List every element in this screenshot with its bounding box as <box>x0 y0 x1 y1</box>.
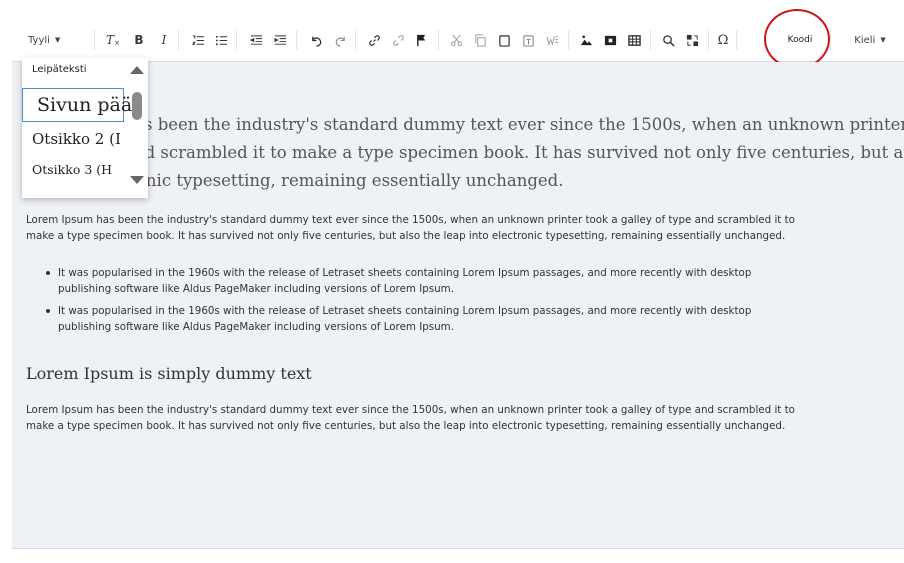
link-button[interactable] <box>366 31 382 49</box>
outdent-button[interactable] <box>248 31 264 49</box>
link-icon <box>368 34 380 46</box>
clear-format-button[interactable]: T × <box>104 31 122 49</box>
paste-button[interactable] <box>496 31 512 49</box>
undo-icon <box>311 36 321 47</box>
toolbar-separator <box>568 30 569 50</box>
intro-line: onic typesetting, remaining essentially … <box>136 171 564 190</box>
clear-format-icon: T <box>106 33 115 47</box>
copy-button[interactable] <box>472 31 488 49</box>
intro-paragraph: s been the industry's standard dummy tex… <box>24 111 904 195</box>
intro-line: nd scrambled it to make a type specimen … <box>134 143 904 162</box>
scissors-icon <box>450 34 462 46</box>
body-paragraph: Lorem Ipsum has been the industry's stan… <box>26 212 902 244</box>
paragraph-line: Lorem Ipsum has been the industry's stan… <box>26 214 795 226</box>
chevron-down-icon: ▼ <box>54 36 61 44</box>
bullet-list-button[interactable] <box>213 31 229 49</box>
style-menu-scrollbar[interactable] <box>130 66 144 192</box>
chevron-down-icon: ▼ <box>880 36 886 44</box>
language-dropdown-label: Kieli <box>854 34 876 46</box>
toolbar-separator <box>438 30 439 50</box>
style-option-heading-2[interactable]: Otsikko 2 (I <box>32 130 121 148</box>
replace-icon <box>686 34 698 46</box>
omega-icon: Ω <box>717 32 729 48</box>
paste-icon <box>498 34 510 47</box>
image-button[interactable] <box>578 31 594 49</box>
bullet-list: It was popularised in the 1960s with the… <box>46 265 896 335</box>
cut-button[interactable] <box>448 31 464 49</box>
bold-button[interactable]: B <box>132 31 146 49</box>
scroll-up-arrow-icon[interactable] <box>130 66 144 74</box>
unlink-button[interactable] <box>390 31 406 49</box>
list-item-line: It was popularised in the 1960s with the… <box>58 267 752 279</box>
search-icon <box>662 34 675 47</box>
bullet-list-icon <box>215 35 227 45</box>
replace-button[interactable] <box>684 31 700 49</box>
numbered-list-icon <box>191 34 204 45</box>
toolbar-separator <box>708 30 709 50</box>
table-icon <box>627 34 641 46</box>
film-icon <box>604 35 616 45</box>
toolbar-separator <box>94 30 95 50</box>
section-heading: Lorem Ipsum is simply dummy text <box>26 364 312 383</box>
list-item: It was popularised in the 1960s with the… <box>46 303 896 335</box>
italic-button[interactable]: I <box>157 31 171 49</box>
find-button[interactable] <box>660 31 676 49</box>
indent-icon <box>273 34 286 45</box>
intro-line: s been the industry's standard dummy tex… <box>144 115 904 134</box>
redo-icon <box>335 36 345 47</box>
toolbar-separator <box>355 30 356 50</box>
table-button[interactable] <box>626 31 642 49</box>
scroll-thumb[interactable] <box>132 92 142 120</box>
toolbar-separator <box>650 30 651 50</box>
toolbar-separator <box>736 30 737 50</box>
unlink-icon <box>392 34 404 46</box>
toolbar-separator <box>178 30 179 50</box>
outdent-icon <box>249 34 262 45</box>
list-item: It was popularised in the 1960s with the… <box>46 265 896 297</box>
media-button[interactable] <box>602 31 618 49</box>
toolbar-separator <box>236 30 237 50</box>
special-char-button[interactable]: Ω <box>716 31 730 49</box>
italic-icon: I <box>161 33 167 47</box>
indent-button[interactable] <box>272 31 288 49</box>
language-dropdown[interactable]: Kieli ▼ <box>848 31 892 49</box>
paste-word-button[interactable] <box>544 31 560 49</box>
scroll-down-arrow-icon[interactable] <box>130 176 144 184</box>
flag-icon <box>416 34 425 46</box>
style-dropdown[interactable]: Tyyli ▼ <box>28 31 88 49</box>
bold-icon: B <box>134 33 144 47</box>
paste-word-icon <box>545 35 558 46</box>
toolbar-separator <box>296 30 297 50</box>
list-item-line: publishing software like Aldus PageMaker… <box>58 283 454 295</box>
paragraph-line: Lorem Ipsum has been the industry's stan… <box>26 404 795 416</box>
undo-button[interactable] <box>308 31 324 49</box>
style-option-heading-3[interactable]: Otsikko 3 (H <box>32 162 112 177</box>
body-paragraph: Lorem Ipsum has been the industry's stan… <box>26 402 902 434</box>
anchor-button[interactable] <box>413 31 429 49</box>
list-item-line: It was popularised in the 1960s with the… <box>58 305 752 317</box>
paste-text-button[interactable] <box>520 31 536 49</box>
redo-button[interactable] <box>332 31 348 49</box>
paragraph-line: make a type specimen book. It has surviv… <box>26 230 786 242</box>
list-item-line: publishing software like Aldus PageMaker… <box>58 321 454 333</box>
image-icon <box>580 34 592 45</box>
highlight-circle <box>764 9 830 69</box>
style-menu: Leipäteksti Sivun pää Otsikko 2 (I Otsik… <box>22 58 148 198</box>
style-option-paragraph[interactable]: Leipäteksti <box>32 64 87 75</box>
paste-text-icon <box>522 34 534 47</box>
style-dropdown-label: Tyyli <box>28 34 50 46</box>
paragraph-line: make a type specimen book. It has surviv… <box>26 420 786 432</box>
style-option-page-title[interactable]: Sivun pää <box>22 88 132 122</box>
numbered-list-button[interactable] <box>190 31 206 49</box>
copy-icon <box>474 33 486 47</box>
toolbar-separator <box>830 30 831 50</box>
